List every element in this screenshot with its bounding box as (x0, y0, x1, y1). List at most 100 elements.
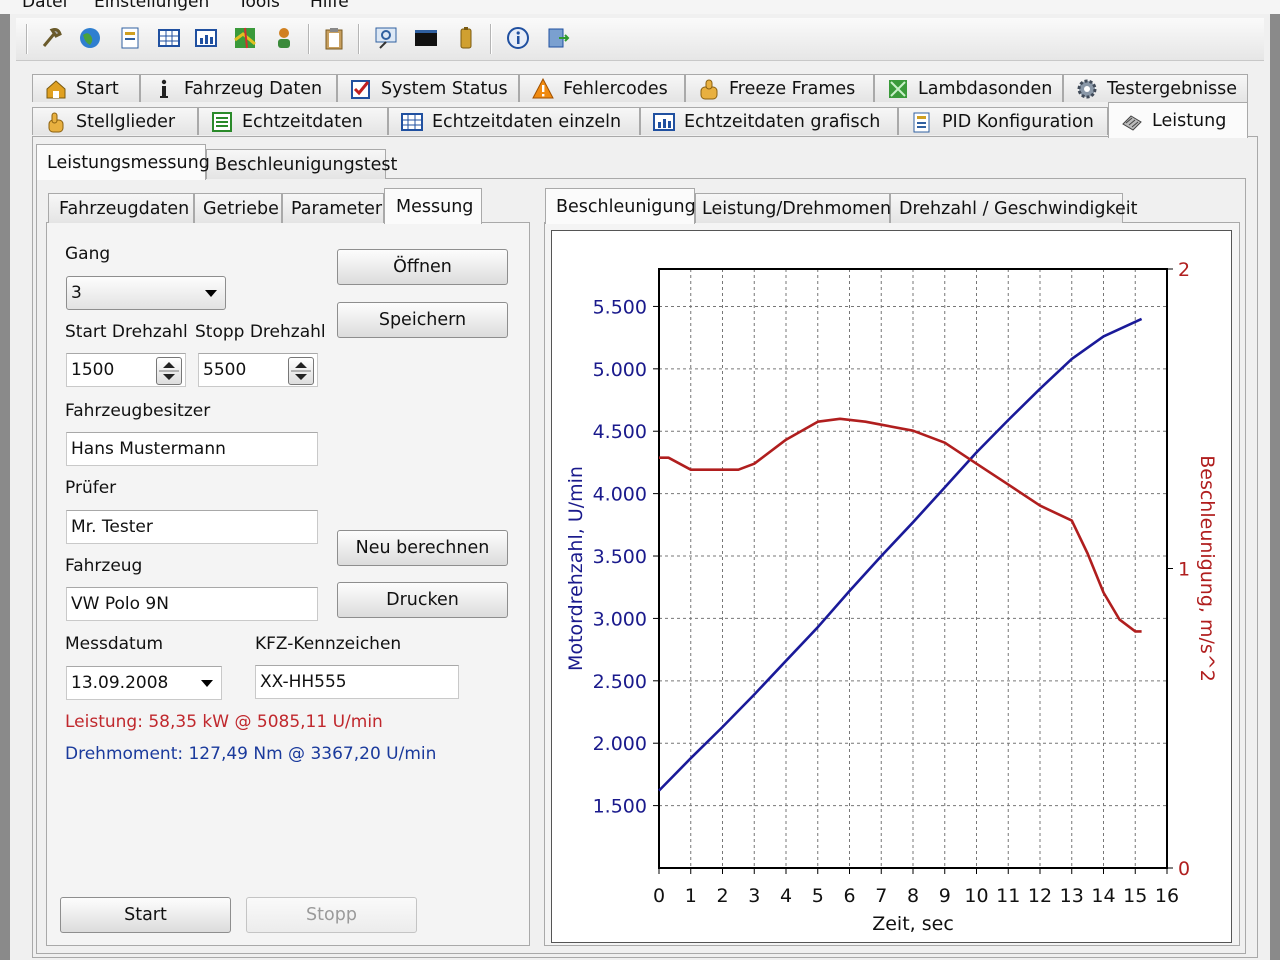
tab-drehzahl-geschwindigkeit[interactable]: Drehzahl / Geschwindigkeit (890, 193, 1138, 223)
tab-getriebe[interactable]: Getriebe (194, 193, 282, 223)
hand-icon (48, 112, 64, 132)
tab-label: Freeze Frames (729, 78, 856, 99)
menu-hilfe[interactable]: Hilfe (310, 0, 349, 12)
y-tick-label: 5.000 (593, 359, 647, 381)
home-icon (46, 79, 66, 98)
menu-tools[interactable]: Tools (238, 0, 280, 12)
dyno-icon (1122, 114, 1142, 131)
globe-icon[interactable] (78, 26, 102, 50)
tab-leistung-drehmoment[interactable]: Leistung/Drehmoment (695, 193, 898, 223)
fahrzeug-input[interactable]: VW Polo 9N (66, 587, 318, 621)
clipboard-icon[interactable] (322, 26, 346, 50)
window-frame-right (1270, 0, 1280, 960)
stopp-drehzahl-spinbox[interactable]: 5500 (198, 353, 318, 387)
x-tick-label: 3 (748, 885, 760, 907)
start-drehzahl-label: Start Drehzahl (65, 322, 188, 342)
menu-bar: Datei Einstellungen Tools Hilfe (0, 0, 1280, 14)
stop-button: Stopp (246, 897, 417, 933)
tab-freeze-frames[interactable]: Freeze Frames (685, 74, 874, 102)
x-tick-label: 12 (1028, 885, 1052, 907)
info-icon[interactable] (506, 26, 530, 50)
map-icon[interactable] (233, 26, 257, 50)
spin-arrows-icon[interactable] (156, 357, 182, 385)
x-tick-label: 11 (996, 885, 1020, 907)
exit-icon[interactable] (546, 26, 570, 50)
tab-leistungsmessung[interactable]: Leistungsmessung (36, 144, 210, 180)
sensor-icon (889, 79, 907, 98)
bar-chart-icon[interactable] (194, 26, 218, 50)
tab-label: Fahrzeug Daten (184, 78, 323, 99)
thumb-icon (700, 79, 718, 99)
power-result: Leistung: 58,35 kW @ 5085,11 U/min (65, 712, 383, 732)
tab-testergebnisse[interactable]: Testergebnisse (1063, 74, 1248, 102)
tab-system-status[interactable]: System Status (337, 74, 519, 102)
tab-fahrzeugdaten[interactable]: Fahrzeugdaten (48, 193, 194, 223)
tab-label: Leistung/Drehmoment (702, 198, 898, 219)
acceleration-chart: 0 1 2 3 4 5 6 7 8 9 10 11 12 13 14 15 161.5002.0002.5003… (565, 259, 1218, 935)
fahrzeug-value: VW Polo 9N (71, 594, 169, 614)
y-tick-label: 2.500 (593, 671, 647, 693)
person-icon[interactable] (272, 26, 296, 50)
gang-select[interactable]: 3 (66, 276, 226, 310)
tab-echtzeitdaten[interactable]: Echtzeitdaten (198, 107, 388, 135)
tab-label: Echtzeitdaten (242, 111, 363, 132)
start-drehzahl-spinbox[interactable]: 1500 (66, 353, 186, 387)
start-drehzahl-value: 1500 (71, 360, 115, 380)
stopp-drehzahl-label: Stopp Drehzahl (195, 322, 326, 342)
y-tick-label: 5.500 (593, 296, 647, 318)
tab-label: Echtzeitdaten einzeln (432, 111, 622, 132)
kfz-kennzeichen-label: KFZ-Kennzeichen (255, 634, 402, 654)
fahrzeugbesitzer-label: Fahrzeugbesitzer (65, 401, 211, 421)
x-tick-label: 0 (653, 885, 665, 907)
kfz-kennzeichen-value: XX-HH555 (260, 672, 347, 692)
tab-fehlercodes[interactable]: Fehlercodes (519, 74, 685, 102)
tab-leistung[interactable]: Leistung (1108, 102, 1248, 138)
y2-tick-label: 2 (1178, 259, 1190, 281)
tab-echtzeitdaten-grafisch[interactable]: Echtzeitdaten grafisch (640, 107, 898, 135)
tab-beschleunigung[interactable]: Beschleunigung (545, 188, 696, 224)
tab-beschleunigungstest[interactable]: Beschleunigungstest (206, 149, 397, 179)
kfz-kennzeichen-input[interactable]: XX-HH555 (255, 665, 459, 699)
open-button[interactable]: Öffnen (337, 249, 508, 285)
print-button[interactable]: Drucken (337, 582, 508, 618)
fahrzeugbesitzer-input[interactable]: Hans Mustermann (66, 432, 318, 466)
tab-fahrzeug-daten[interactable]: Fahrzeug Daten (140, 74, 337, 102)
gang-label: Gang (65, 244, 111, 264)
tab-echtzeitdaten-einzeln[interactable]: Echtzeitdaten einzeln (388, 107, 640, 135)
rpm-series-line (658, 317, 1143, 792)
y2-tick-label: 1 (1178, 559, 1190, 581)
recalculate-button[interactable]: Neu berechnen (337, 530, 508, 566)
toolbar (16, 18, 1264, 61)
messdatum-datepicker[interactable]: 13.09.2008 (66, 666, 222, 700)
start-button[interactable]: Start (60, 897, 231, 933)
tab-stellglieder[interactable]: Stellglieder (32, 107, 198, 135)
search-screen-icon[interactable] (374, 26, 398, 50)
tab-lambdasonden[interactable]: Lambdasonden (874, 74, 1063, 102)
document-icon[interactable] (118, 26, 142, 50)
menu-einstellungen[interactable]: Einstellungen (94, 0, 209, 12)
pruefer-input[interactable]: Mr. Tester (66, 510, 318, 544)
chevron-down-icon (205, 290, 217, 297)
tab-label: Fahrzeugdaten (59, 198, 190, 219)
list-icon (212, 111, 232, 132)
tab-start[interactable]: Start (32, 74, 140, 102)
menu-datei[interactable]: Datei (22, 0, 67, 12)
table-icon[interactable] (157, 26, 181, 50)
chevron-down-icon[interactable] (201, 680, 213, 687)
stopp-drehzahl-value: 5500 (203, 360, 247, 380)
tab-messung[interactable]: Messung (384, 188, 482, 224)
wrench-icon[interactable] (40, 26, 64, 50)
grid-icon (401, 112, 423, 131)
x-tick-label: 16 (1155, 885, 1179, 907)
x-tick-label: 15 (1123, 885, 1147, 907)
spin-arrows-icon[interactable] (288, 357, 314, 385)
battery-icon[interactable] (454, 26, 478, 50)
x-tick-label: 5 (812, 885, 824, 907)
tab-label: Getriebe (203, 198, 279, 219)
terminal-icon[interactable] (414, 26, 438, 50)
warning-icon (532, 77, 554, 98)
tab-parameter[interactable]: Parameter (282, 193, 384, 223)
plot-area (658, 268, 1168, 869)
tab-pid-konfiguration[interactable]: PID Konfiguration (898, 107, 1108, 135)
save-button[interactable]: Speichern (337, 302, 508, 338)
